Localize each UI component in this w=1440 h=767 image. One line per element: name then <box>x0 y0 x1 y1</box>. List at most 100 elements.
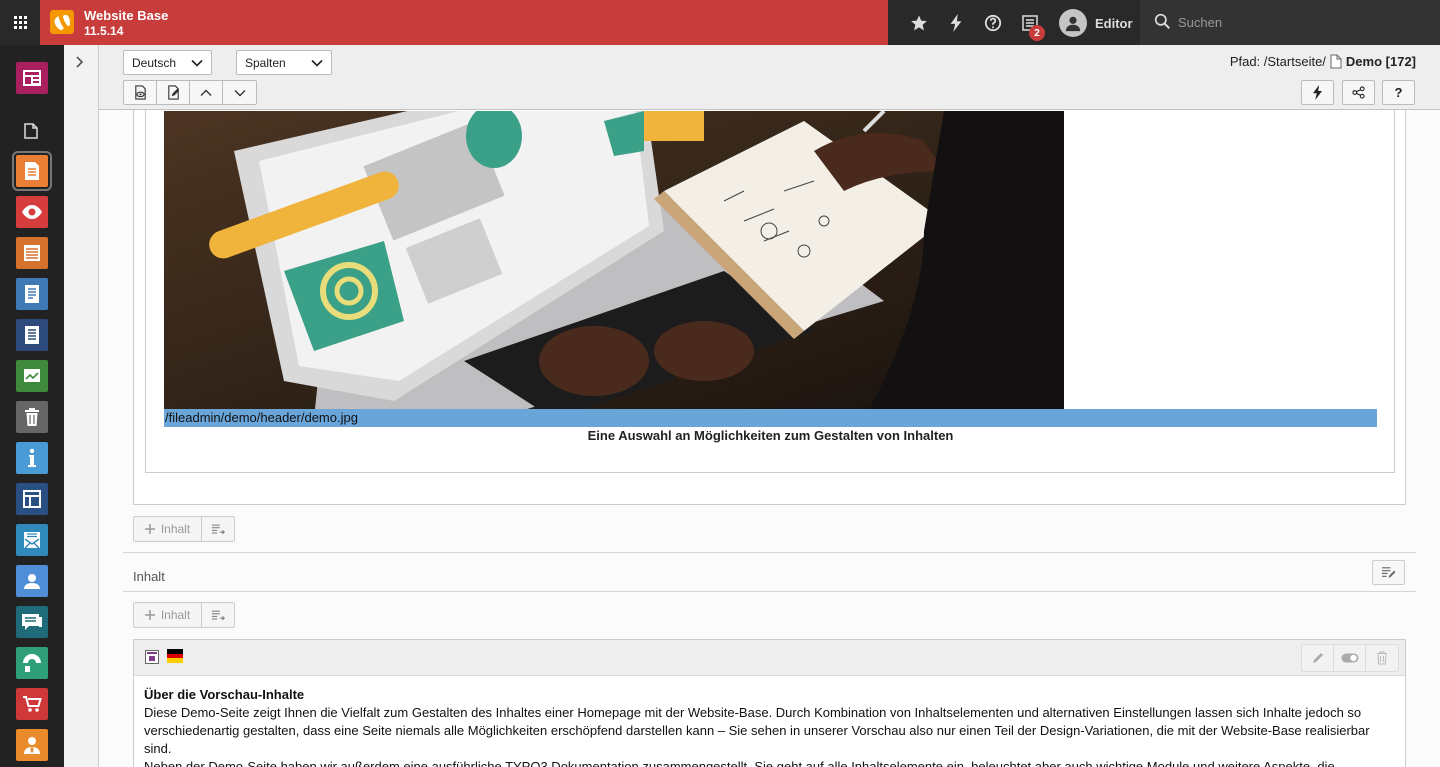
add-content-button[interactable]: Inhalt <box>134 517 202 541</box>
newsletter-mail-icon <box>24 532 40 549</box>
chevron-down-icon <box>311 59 323 67</box>
page-icon <box>1330 54 1342 69</box>
help-circle-icon[interactable] <box>982 12 1004 34</box>
module-reports[interactable] <box>16 360 48 392</box>
eye-icon <box>22 205 42 219</box>
typo3-logo-icon <box>50 10 74 34</box>
content-element-preview: /fileadmin/demo/header/demo.jpg Eine Aus… <box>145 110 1395 473</box>
chevron-up-icon <box>200 89 212 96</box>
page-module-content: /fileadmin/demo/header/demo.jpg Eine Aus… <box>99 110 1440 767</box>
edit-column-button[interactable] <box>1372 560 1405 585</box>
topbar: Website Base 11.5.14 2 Editor <box>0 0 1440 45</box>
help-button[interactable]: ? <box>1382 80 1415 105</box>
search-input[interactable] <box>1178 12 1418 32</box>
search-box <box>1140 0 1440 45</box>
column-divider <box>123 591 1416 592</box>
view-page-icon <box>134 85 146 100</box>
add-content-button[interactable]: Inhalt <box>134 603 202 627</box>
paste-content-button[interactable] <box>202 603 234 627</box>
lightning-icon[interactable] <box>945 12 967 34</box>
clear-cache-button[interactable] <box>1301 80 1334 105</box>
delete-element-button[interactable] <box>1366 645 1398 671</box>
user-menu[interactable]: Editor <box>1059 9 1133 37</box>
page-tree-collapsed <box>64 45 99 767</box>
add-content-group: Inhalt <box>133 516 235 542</box>
content-element-body: Über die Vorschau-Inhalte Diese Demo-Sei… <box>144 686 1394 767</box>
layout-grid-icon <box>23 490 41 508</box>
paste-content-button[interactable] <box>202 517 234 541</box>
edit-page-button[interactable] <box>157 81 190 104</box>
pencil-icon <box>1312 653 1323 663</box>
site-brand[interactable]: Website Base 11.5.14 <box>40 0 888 45</box>
trash-icon <box>25 408 39 426</box>
chevron-down-icon <box>191 59 203 67</box>
image-file-path[interactable]: /fileadmin/demo/header/demo.jpg <box>164 409 1377 427</box>
breadcrumb-path[interactable]: Pfad: /Startseite/ <box>1230 54 1326 69</box>
bookmark-star-icon[interactable] <box>908 12 930 34</box>
content-element-actions <box>1301 644 1399 672</box>
search-icon <box>1154 13 1171 30</box>
module-mail[interactable] <box>16 524 48 556</box>
module-shop[interactable] <box>16 688 48 720</box>
toggle-visibility-button[interactable] <box>1334 645 1366 671</box>
edit-column-icon <box>1381 566 1396 578</box>
toggle-icon <box>1341 653 1358 663</box>
image-caption: Eine Auswahl an Möglichkeiten zum Gestal… <box>587 428 954 443</box>
template-icon <box>25 326 39 344</box>
add-content-label: Inhalt <box>160 522 191 536</box>
doc-action-group <box>123 80 257 105</box>
plus-icon <box>144 610 155 620</box>
comments-icon <box>22 614 42 630</box>
module-web-layout[interactable] <box>16 62 48 94</box>
module-page[interactable] <box>12 151 52 191</box>
view-mode-select-value: Spalten <box>245 55 286 70</box>
module-layout[interactable] <box>16 483 48 515</box>
module-info[interactable] <box>16 278 48 310</box>
header-demo-image <box>164 111 1064 419</box>
page-title: Demo [172] <box>1345 54 1416 69</box>
site-version: 11.5.14 <box>84 24 124 38</box>
plus-icon <box>144 524 155 534</box>
module-users[interactable] <box>16 565 48 597</box>
paste-list-icon <box>211 610 225 620</box>
view-mode-select[interactable]: Spalten <box>236 50 332 75</box>
paste-list-icon <box>211 524 225 534</box>
edit-element-button[interactable] <box>1302 645 1334 671</box>
user-icon <box>24 574 40 589</box>
element-text: Diese Demo-Seite zeigt Ihnen die Vielfal… <box>144 705 1370 756</box>
module-help-info[interactable] <box>16 442 48 474</box>
page-info-icon <box>25 285 39 303</box>
user-settings-icon <box>24 737 40 754</box>
module-view[interactable] <box>16 196 48 228</box>
content-type-icon[interactable] <box>145 650 159 664</box>
edit-page-icon <box>167 85 179 100</box>
module-template[interactable] <box>16 319 48 351</box>
module-list[interactable] <box>16 237 48 269</box>
move-down-button[interactable] <box>223 81 256 104</box>
module-menu-button[interactable] <box>0 0 40 45</box>
module-comments[interactable] <box>16 606 48 638</box>
content-element-text: Über die Vorschau-Inhalte Diese Demo-Sei… <box>133 639 1406 767</box>
module-recycler[interactable] <box>16 401 48 433</box>
user-name: Editor <box>1095 15 1133 31</box>
language-select[interactable]: Deutsch <box>123 50 212 75</box>
module-extensions[interactable] <box>16 647 48 679</box>
docheader: Deutsch Spalten Pfad: /Startseite/ Demo … <box>99 45 1440 110</box>
page-tree-file-icon[interactable] <box>24 123 38 139</box>
view-page-button[interactable] <box>124 81 157 104</box>
lightning-icon <box>1313 85 1322 100</box>
column-title: Inhalt <box>133 569 165 584</box>
site-name: Website Base <box>84 8 169 23</box>
module-sidebar <box>0 45 64 767</box>
avatar <box>1059 9 1087 37</box>
share-button[interactable] <box>1342 80 1375 105</box>
chevron-down-icon <box>234 89 245 96</box>
module-user-settings[interactable] <box>16 729 48 761</box>
move-up-button[interactable] <box>190 81 223 104</box>
element-title: Über die Vorschau-Inhalte <box>144 687 305 702</box>
flag-de-icon <box>167 649 183 664</box>
breadcrumb: Pfad: /Startseite/ Demo [172] <box>1230 54 1416 69</box>
page-module-icon <box>25 162 39 180</box>
trash-icon <box>1377 651 1387 665</box>
chevron-right-icon[interactable] <box>74 56 84 68</box>
